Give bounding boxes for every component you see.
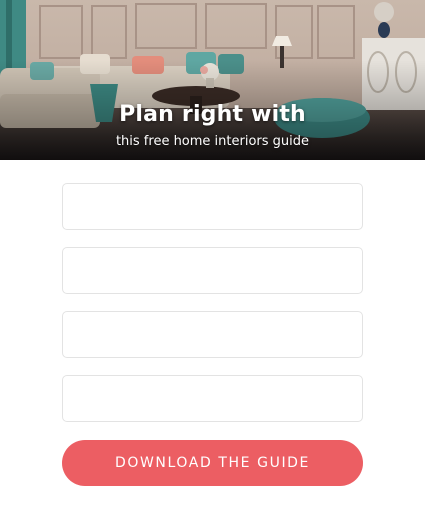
hero-banner: Plan right with this free home interiors… (0, 0, 425, 160)
form-field-1[interactable] (62, 183, 363, 230)
form-field-3[interactable] (62, 311, 363, 358)
lead-form-page: Plan right with this free home interiors… (0, 0, 425, 510)
hero-title: Plan right with (119, 102, 306, 127)
download-guide-button[interactable]: DOWNLOAD THE GUIDE (62, 440, 363, 486)
guide-request-form (62, 183, 363, 439)
hero-subtitle: this free home interiors guide (115, 134, 310, 149)
form-field-4[interactable] (62, 375, 363, 422)
form-field-2[interactable] (62, 247, 363, 294)
